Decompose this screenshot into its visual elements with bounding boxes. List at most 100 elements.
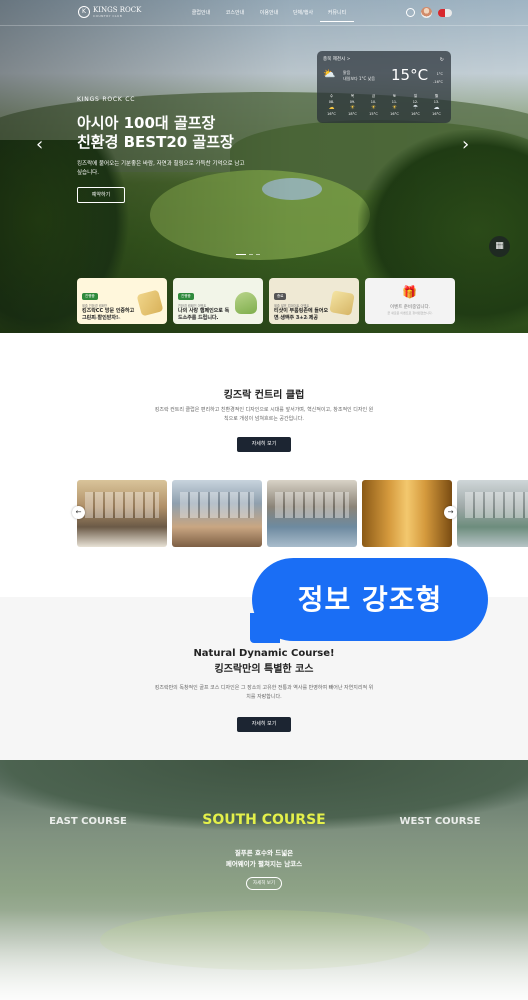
reserve-button[interactable]: 예약하기 — [77, 187, 125, 203]
logo-text: KINGS ROCK — [93, 5, 142, 14]
gallery-photo-restaurant[interactable] — [172, 480, 262, 547]
forecast-temp: 15°C — [369, 112, 378, 116]
course-tagline: 짙푸른 호수와 드넓은 페어웨이가 펼쳐지는 남코스 — [0, 848, 528, 870]
promo-card[interactable]: 종료 제출 발표 업데이트 이벤트 티샷이 부룸링존에 들어오면 생맥주 3+2… — [269, 278, 359, 324]
promo-card-empty: 🎁 이벤트 준비중입니다. 곧 새로운 이벤트로 찾아뵙겠습니다. — [365, 278, 455, 324]
promo-empty-text: 이벤트 준비중입니다. — [389, 305, 431, 310]
course-tagline-line2: 페어웨이가 펼쳐지는 남코스 — [225, 860, 303, 868]
forecast-temp: 16°C — [327, 112, 336, 116]
menu-item-usage[interactable]: 이용안내 — [252, 9, 286, 22]
hero-next-arrow-icon[interactable]: › — [462, 134, 469, 155]
menu-item-community[interactable]: 커뮤니티 — [320, 9, 354, 22]
club-more-button[interactable]: 자세히 보기 — [237, 437, 291, 452]
course-tab-south[interactable]: SOUTH COURSE — [184, 812, 344, 828]
hero-pagination — [236, 254, 260, 255]
top-navigation: K KINGS ROCK COUNTRY CLUB 클럽안내 코스안내 이용안내… — [0, 0, 528, 26]
forecast-temp: 16°C — [411, 112, 420, 116]
promo-card[interactable]: 진행중 제출 친환경 캠페인 킹즈락CC 방문 인증하고 그린피 할인받자! 2… — [77, 278, 167, 324]
forecast-day: 일 12. ☂ 16°C — [407, 93, 424, 117]
pagination-dot[interactable] — [249, 254, 253, 255]
coupon-icon — [136, 289, 164, 317]
weather-high: 1°C — [436, 72, 443, 76]
photo-window-detail — [85, 492, 159, 518]
forecast-temp: 16°C — [432, 112, 441, 116]
hero-prev-arrow-icon[interactable]: ‹ — [36, 134, 43, 155]
hero-banner: K KINGS ROCK COUNTRY CLUB 클럽안내 코스안내 이용안내… — [0, 0, 528, 333]
weather-low: -16°C — [433, 80, 443, 84]
calendar-fab-icon[interactable]: ▦ — [489, 236, 510, 257]
beer-icon — [329, 290, 355, 316]
status-badge: 종료 — [274, 293, 287, 300]
club-gallery — [77, 480, 528, 547]
partly-cloudy-icon: ⛅ — [323, 69, 336, 80]
promo-date: 2023.08.01 ~ 2023.08.31 — [274, 316, 313, 320]
forecast-temp: 16°C — [390, 112, 399, 116]
gallery-photo-lobby[interactable] — [77, 480, 167, 547]
course-title-en: Natural Dynamic Course! — [193, 648, 335, 659]
course-tagline-line1: 짙푸른 호수와 드넓은 — [234, 849, 294, 857]
promo-date: 2023.10.05 ~ 2023.12.31 — [82, 316, 121, 320]
logo-subtext: COUNTRY CLUB — [93, 13, 123, 18]
forecast-temp: 18°C — [348, 112, 357, 116]
weather-temperature: 15°C — [391, 66, 429, 84]
weather-compare-text: 내일보다 1°C 낮음 — [343, 76, 375, 81]
status-badge: 진행중 — [178, 293, 194, 300]
weather-widget: 충북 제천시 > ↻ ⛅ 맑음 내일보다 1°C 낮음 15°C 1°C -16… — [317, 51, 451, 123]
hero-title-line1: 아시아 100대 골프장 — [77, 114, 216, 132]
pagination-dot[interactable] — [236, 254, 246, 255]
language-flag-icon[interactable] — [438, 8, 452, 17]
weather-location-text: 충북 제천시 — [323, 57, 346, 62]
club-section-title: 킹즈락 컨트리 클럽 — [223, 390, 305, 401]
forecast-day: 수 08. ☁ 16°C — [323, 93, 340, 117]
weather-high-low: 1°C -16°C — [433, 70, 443, 86]
hero-eyebrow: KINGS ROCK CC — [77, 96, 136, 103]
pagination-dot[interactable] — [256, 254, 260, 255]
hero-copy: KINGS ROCK CC 아시아 100대 골프장 친환경 BEST20 골프… — [77, 96, 247, 178]
info-emphasis-badge: 정보 강조형 — [250, 558, 488, 643]
mountain-icon — [235, 292, 257, 314]
course-detail-button[interactable]: 자세히 보기 — [246, 877, 282, 890]
logo[interactable]: K KINGS ROCK COUNTRY CLUB — [78, 6, 141, 18]
weather-condition: 맑음 내일보다 1°C 낮음 — [343, 70, 375, 82]
refresh-icon[interactable]: ↻ — [440, 57, 444, 63]
course-tab-east[interactable]: EAST COURSE — [28, 816, 148, 827]
course-title-ko: 킹즈락만의 특별한 코스 — [214, 664, 314, 675]
gift-box-icon: 🎁 — [402, 285, 417, 299]
menu-item-group[interactable]: 단체/행사 — [286, 9, 320, 22]
courses-fade — [0, 910, 528, 1000]
main-menu: 클럽안내 코스안내 이용안내 단체/행사 커뮤니티 — [184, 9, 354, 22]
photo-window-detail — [465, 492, 528, 518]
course-tab-west[interactable]: WEST COURSE — [380, 816, 500, 827]
gallery-photo-pool[interactable] — [267, 480, 357, 547]
user-avatar[interactable] — [421, 7, 432, 18]
menu-item-course[interactable]: 코스안내 — [218, 9, 252, 22]
weather-location[interactable]: 충북 제천시 > — [323, 56, 445, 62]
promo-empty-subtext: 곧 새로운 이벤트로 찾아뵙겠습니다. — [387, 311, 433, 315]
course-section-description: 킹즈락만의 독창적인 골프 코스 디자인은 그 장소의 고유한 전통과 역사를 … — [154, 685, 374, 700]
gallery-photo-corridor[interactable] — [362, 480, 452, 547]
promo-card[interactable]: 진행중 친환경 캠페인 이벤트 나의 사랑 햄페인으로 독도소주를 드립니다. … — [173, 278, 263, 324]
photo-window-detail — [275, 492, 349, 518]
hero-title-line2: 친환경 BEST20 골프장 — [77, 133, 234, 151]
forecast-day: 금 10. ☀ 15°C — [365, 93, 382, 117]
gallery-photo-view[interactable] — [457, 480, 528, 547]
logo-emblem-icon: K — [78, 6, 90, 18]
weather-forecast: 수 08. ☁ 16°C 목 09. ☀ 18°C 금 10. ☀ 15°C 토… — [323, 93, 445, 117]
photo-window-detail — [180, 492, 254, 518]
nav-utilities — [406, 7, 452, 18]
promo-cards: 진행중 제출 친환경 캠페인 킹즈락CC 방문 인증하고 그린피 할인받자! 2… — [77, 278, 455, 324]
settings-gear-icon[interactable] — [406, 8, 415, 17]
gallery-next-arrow-icon[interactable]: → — [444, 506, 457, 519]
course-more-button[interactable]: 자세히 보기 — [237, 717, 291, 732]
forecast-day: 월 13. ☁ 16°C — [428, 93, 445, 117]
hero-subtitle: 킹즈락에 불어오는 기분좋은 바람, 자연과 힐링으로 가득찬 기억으로 남고 … — [77, 161, 245, 176]
course-section-title: Natural Dynamic Course! 킹즈락만의 특별한 코스 — [0, 646, 528, 678]
club-section-description: 킹즈락 컨트리 클럽은 편리하고 친환경적인 디자인으로 시대를 앞서가며, 혁… — [154, 407, 374, 422]
forecast-day: 목 09. ☀ 18°C — [344, 93, 361, 117]
gallery-prev-arrow-icon[interactable]: ← — [72, 506, 85, 519]
forecast-day: 토 11. ☀ 16°C — [386, 93, 403, 117]
chevron-right-icon: > — [346, 57, 351, 62]
menu-item-club[interactable]: 클럽안내 — [184, 9, 218, 22]
promo-date: 2023.09.15 ~ 2023.10.15 — [178, 316, 217, 320]
status-badge: 진행중 — [82, 293, 98, 300]
